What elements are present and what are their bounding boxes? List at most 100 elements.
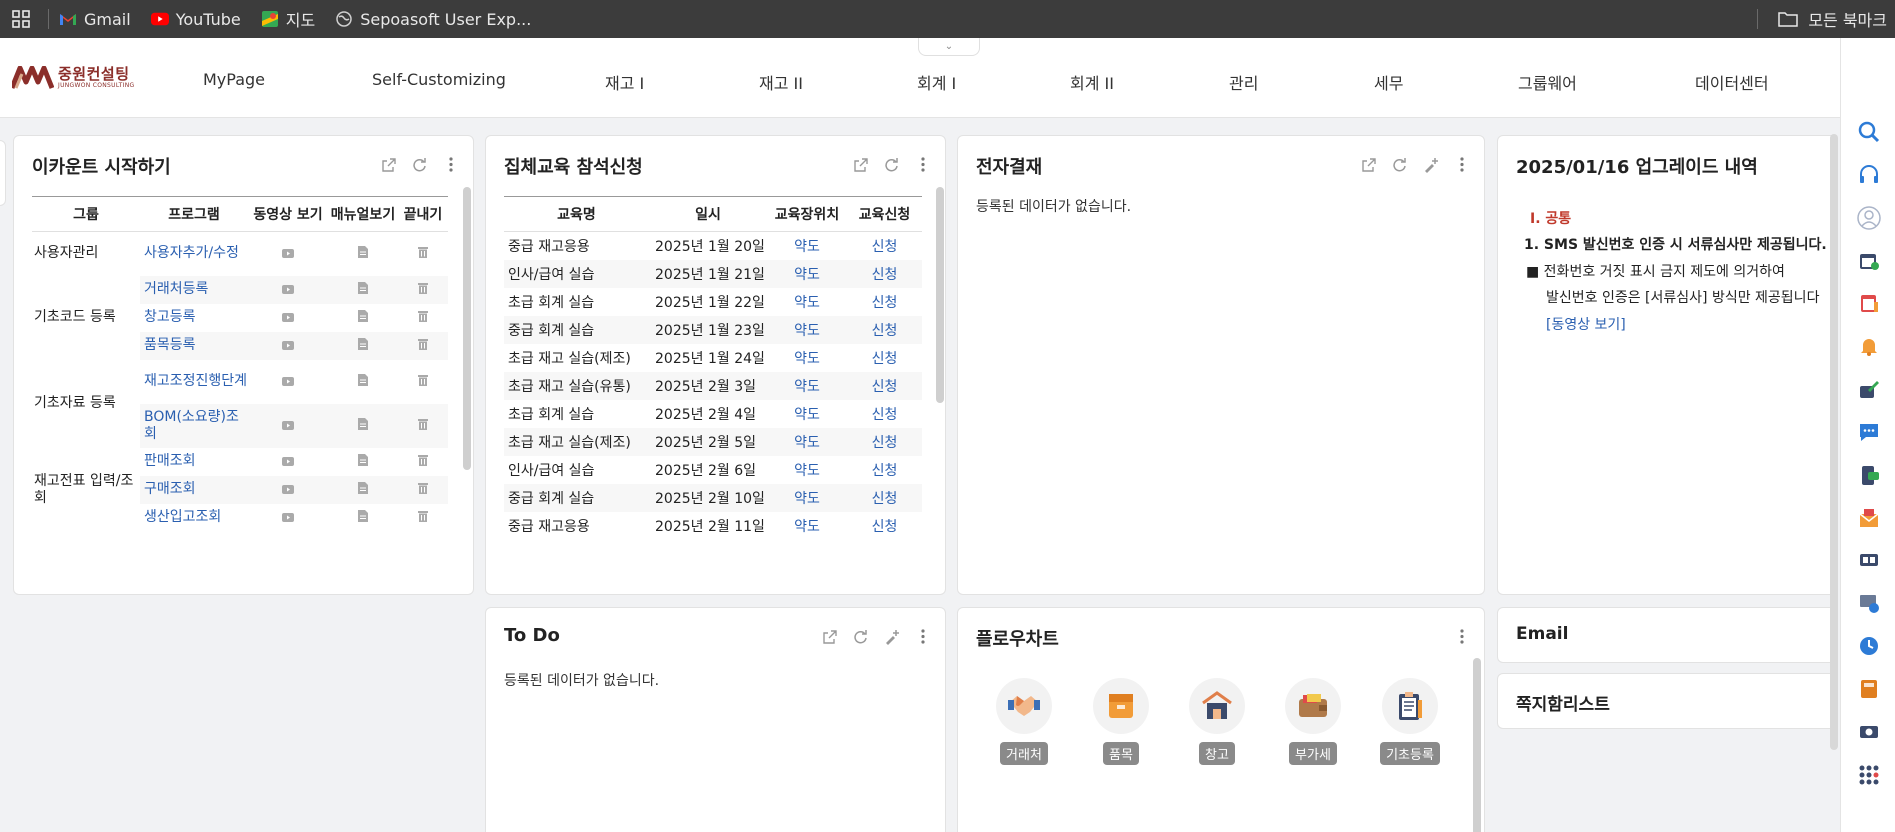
program-link[interactable]: 재고조정진행단계 — [140, 360, 248, 404]
flow-item-vat[interactable]: 부가세 — [1277, 678, 1349, 765]
trash-icon[interactable] — [398, 475, 448, 504]
program-link[interactable]: 구매조회 — [140, 475, 248, 504]
nav-accounting-1[interactable]: 회계 I — [917, 70, 956, 94]
money-icon[interactable] — [1857, 720, 1881, 744]
video-icon[interactable] — [248, 504, 328, 532]
pen-tool-icon[interactable] — [1857, 377, 1881, 401]
video-icon[interactable] — [248, 304, 328, 332]
map-link[interactable]: 약도 — [767, 512, 847, 540]
chat-icon[interactable] — [1857, 420, 1881, 444]
map-link[interactable]: 약도 — [767, 427, 847, 456]
search-icon[interactable] — [1857, 120, 1881, 144]
document-icon[interactable] — [328, 475, 398, 504]
more-vertical-icon[interactable] — [914, 156, 931, 173]
program-link[interactable]: 판매조회 — [140, 448, 248, 476]
video-icon[interactable] — [248, 360, 328, 404]
program-link[interactable]: BOM(소요량)조회 — [140, 403, 248, 448]
calendar-add-icon[interactable] — [1857, 249, 1881, 273]
nav-mypage[interactable]: MyPage — [203, 70, 265, 89]
document-icon[interactable] — [328, 403, 398, 448]
program-link[interactable]: 생산입고조회 — [140, 504, 248, 532]
open-window-icon[interactable] — [1360, 156, 1377, 173]
map-link[interactable]: 약도 — [767, 344, 847, 372]
program-link[interactable]: 품목등록 — [140, 331, 248, 360]
open-window-icon[interactable] — [821, 628, 838, 645]
nav-management[interactable]: 관리 — [1229, 70, 1258, 94]
apply-link[interactable]: 신청 — [847, 315, 922, 344]
document-icon[interactable] — [328, 331, 398, 360]
apply-link[interactable]: 신청 — [847, 232, 922, 260]
nav-inventory-2[interactable]: 재고 II — [759, 70, 803, 94]
nav-tax[interactable]: 세무 — [1374, 70, 1403, 94]
trash-icon[interactable] — [398, 504, 448, 532]
program-link[interactable]: 거래처등록 — [140, 275, 248, 304]
trash-icon[interactable] — [398, 360, 448, 404]
sms-icon[interactable] — [1857, 463, 1881, 487]
apply-link[interactable]: 신청 — [847, 259, 922, 288]
document-icon[interactable] — [328, 304, 398, 332]
more-vertical-icon[interactable] — [914, 628, 931, 645]
video-icon[interactable] — [248, 232, 328, 276]
remote-support-icon[interactable] — [1857, 591, 1881, 615]
map-link[interactable]: 약도 — [767, 371, 847, 400]
trash-icon[interactable] — [398, 304, 448, 332]
video-icon[interactable] — [248, 275, 328, 304]
map-link[interactable]: 약도 — [767, 288, 847, 316]
collapsed-left-panel[interactable] — [0, 140, 6, 206]
trash-icon[interactable] — [398, 403, 448, 448]
page-scrollbar[interactable] — [1830, 134, 1838, 750]
more-vertical-icon[interactable] — [1453, 156, 1470, 173]
all-bookmarks[interactable]: 모든 북마크 — [1757, 0, 1887, 38]
nav-self-customizing[interactable]: Self-Customizing — [372, 70, 506, 89]
flow-item-customer[interactable]: 거래처 — [988, 678, 1060, 765]
nav-groupware[interactable]: 그룹웨어 — [1518, 70, 1577, 94]
video-icon[interactable] — [248, 448, 328, 476]
collapse-header-tab[interactable]: ⌄ — [918, 38, 980, 56]
video-icon[interactable] — [248, 331, 328, 360]
schedule-icon[interactable] — [1857, 291, 1881, 315]
bookmark-gmail[interactable]: Gmail — [59, 10, 131, 29]
more-vertical-icon[interactable] — [1453, 628, 1470, 645]
apply-link[interactable]: 신청 — [847, 400, 922, 428]
video-link[interactable]: [동영상 보기] — [1546, 314, 1626, 334]
mail-icon[interactable] — [1857, 506, 1881, 530]
apply-link[interactable]: 신청 — [847, 483, 922, 512]
bookmark-youtube[interactable]: YouTube — [150, 10, 241, 29]
apps-menu-icon[interactable] — [1857, 763, 1881, 787]
more-vertical-icon[interactable] — [442, 156, 459, 173]
map-link[interactable]: 약도 — [767, 315, 847, 344]
add-widget-icon[interactable] — [883, 628, 900, 645]
company-logo[interactable]: 중원컨설팅 JUNGWON CONSULTING — [9, 65, 134, 90]
trash-icon[interactable] — [398, 448, 448, 476]
bell-icon[interactable] — [1857, 334, 1881, 358]
document-icon[interactable] — [328, 232, 398, 276]
video-icon[interactable] — [248, 475, 328, 504]
panel-scrollbar[interactable] — [936, 187, 944, 403]
bookmark-sepoasoft[interactable]: Sepoasoft User Exp... — [335, 10, 531, 29]
program-link[interactable]: 사용자추가/수정 — [140, 232, 248, 276]
apply-link[interactable]: 신청 — [847, 344, 922, 372]
bookmark-maps[interactable]: 지도 — [261, 7, 315, 31]
document-icon[interactable] — [328, 360, 398, 404]
apply-link[interactable]: 신청 — [847, 371, 922, 400]
program-link[interactable]: 창고등록 — [140, 304, 248, 332]
nav-data-center[interactable]: 데이터센터 — [1695, 70, 1769, 94]
notebook-icon[interactable] — [1857, 677, 1881, 701]
message-card-icon[interactable] — [1857, 548, 1881, 572]
map-link[interactable]: 약도 — [767, 456, 847, 484]
trash-icon[interactable] — [398, 331, 448, 360]
refresh-icon[interactable] — [411, 156, 428, 173]
apply-link[interactable]: 신청 — [847, 456, 922, 484]
user-icon[interactable] — [1857, 206, 1881, 230]
document-icon[interactable] — [328, 504, 398, 532]
nav-inventory-1[interactable]: 재고 I — [605, 70, 644, 94]
apply-link[interactable]: 신청 — [847, 512, 922, 540]
panel-scrollbar[interactable] — [463, 187, 471, 470]
flow-item-product[interactable]: 품목 — [1085, 678, 1157, 765]
refresh-icon[interactable] — [883, 156, 900, 173]
nav-accounting-2[interactable]: 회계 II — [1070, 70, 1114, 94]
map-link[interactable]: 약도 — [767, 259, 847, 288]
document-icon[interactable] — [328, 448, 398, 476]
video-icon[interactable] — [248, 403, 328, 448]
apply-link[interactable]: 신청 — [847, 288, 922, 316]
